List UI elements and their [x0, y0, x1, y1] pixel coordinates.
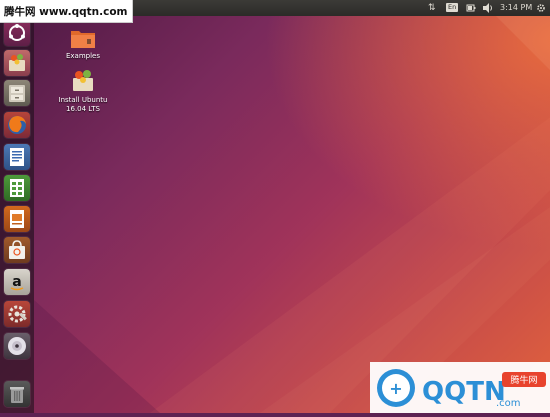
svg-text:+: +: [389, 379, 402, 398]
dvd-launcher[interactable]: [4, 333, 30, 359]
file-cabinet-icon: [9, 85, 25, 102]
install-ubuntu-launcher[interactable]: [4, 50, 30, 76]
site-watermark-top: 腾牛网 www.qqtn.com: [0, 0, 133, 23]
trash-launcher[interactable]: [4, 381, 30, 407]
trash-icon: [10, 387, 24, 403]
keyboard-layout-label: En: [446, 3, 459, 12]
watermark-text: 腾牛网 www.qqtn.com: [4, 6, 128, 18]
system-settings-launcher[interactable]: [4, 301, 30, 327]
installer-icon: [73, 70, 93, 91]
desktop-wallpaper: [0, 0, 550, 413]
libreoffice-impress-launcher[interactable]: [4, 206, 30, 232]
files-launcher[interactable]: [4, 80, 30, 106]
ubuntu-dash-button[interactable]: [4, 20, 30, 46]
amazon-icon: a: [10, 274, 24, 291]
volume-icon[interactable]: [482, 0, 494, 16]
disc-icon: [8, 337, 26, 355]
firefox-launcher[interactable]: [4, 112, 30, 138]
ubuntu-logo-icon: [9, 24, 25, 41]
keyboard-layout-indicator[interactable]: En: [446, 0, 459, 16]
writer-icon: [10, 148, 24, 166]
logo-badge: 腾牛网: [510, 374, 537, 386]
qqtn-logo: + QQTN .com 腾牛网: [377, 369, 546, 409]
svg-text:a: a: [12, 274, 21, 290]
desktop-icon-label: Install Ubuntu: [58, 96, 108, 104]
battery-icon[interactable]: [466, 0, 476, 16]
gear-icon[interactable]: [536, 0, 546, 16]
libreoffice-writer-launcher[interactable]: [4, 144, 30, 170]
site-watermark-bottom: + QQTN .com 腾牛网: [370, 362, 550, 413]
logo-text: QQTN: [422, 377, 506, 407]
desktop-icon-examples[interactable]: Examples: [48, 27, 118, 61]
desktop-icon-label: Examples: [65, 52, 100, 60]
settings-icon: [8, 305, 27, 323]
libreoffice-calc-launcher[interactable]: [4, 175, 30, 201]
desktop-icon-sublabel: 16.04 LTS: [66, 105, 100, 113]
amazon-launcher[interactable]: a: [4, 269, 30, 295]
desktop-icon-install-ubuntu[interactable]: Install Ubuntu 16.04 LTS: [48, 67, 118, 114]
ubuntu-software-launcher[interactable]: [4, 237, 30, 263]
logo-suffix: .com: [496, 398, 521, 409]
unity-launcher: a: [0, 16, 34, 413]
installer-icon: [9, 54, 25, 71]
transfer-arrows-icon[interactable]: ⇅: [428, 0, 436, 16]
folder-icon: [71, 31, 95, 48]
calc-icon: [10, 179, 24, 197]
impress-icon: [10, 210, 24, 228]
clock[interactable]: 3:14 PM: [500, 0, 532, 16]
shopping-bag-icon: [9, 240, 25, 259]
firefox-icon: [8, 116, 26, 134]
wallpaper-light-streaks: [34, 0, 550, 413]
